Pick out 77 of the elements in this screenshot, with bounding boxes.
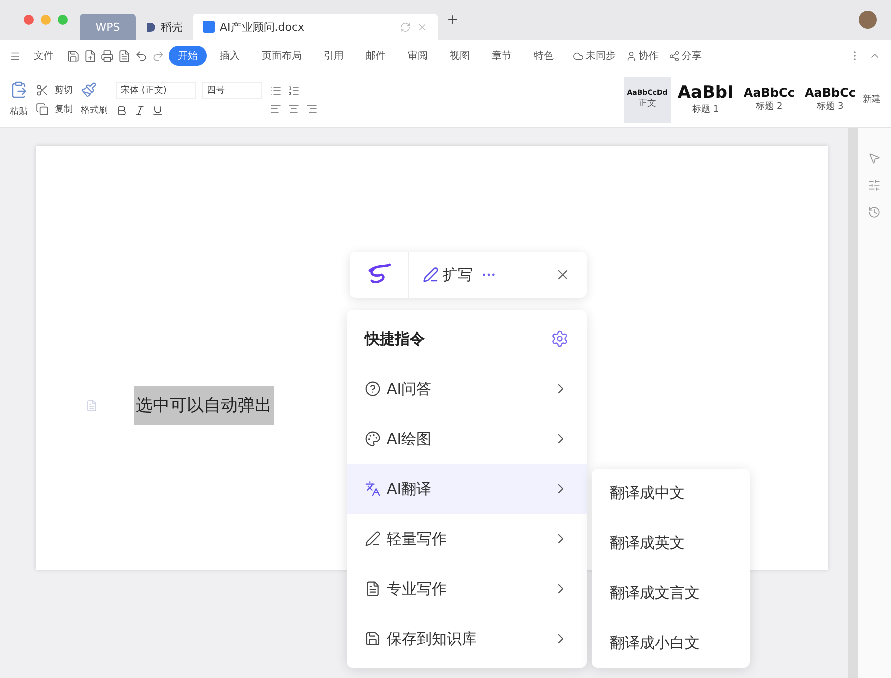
new-style-label[interactable]: 新建 [863,93,881,106]
save-icon [365,631,381,647]
sync-icon [400,22,411,32]
font-select[interactable]: 宋体 (正文) [116,82,196,99]
sliders-icon[interactable] [868,179,881,192]
bold-icon[interactable] [116,105,128,117]
align-center-icon[interactable] [288,102,300,114]
size-select[interactable]: 四号 [202,82,262,99]
file-menu[interactable]: 文件 [25,46,63,66]
print-icon[interactable] [101,50,114,62]
underline-icon[interactable] [152,105,164,117]
avatar[interactable] [859,11,877,29]
menu-item[interactable]: 轻量写作 [347,514,587,564]
submenu-item[interactable]: 翻译成小白文 [610,618,732,668]
document-icon [365,581,381,597]
settings-icon[interactable] [551,330,569,348]
menu-item[interactable]: AI绘图 [347,414,587,464]
menu-item[interactable]: 保存到知识库 [347,614,587,664]
undo-icon[interactable] [135,50,148,62]
translate-icon [365,481,381,497]
new-file-icon[interactable] [84,50,97,62]
align-left-icon[interactable] [270,102,282,114]
menu-tab[interactable]: 引用 [315,46,353,66]
copy-label[interactable]: 复制 [55,102,73,116]
menu-tab[interactable]: 审阅 [399,46,437,66]
question-icon [365,381,381,397]
selected-text[interactable]: 选中可以自动弹出 [134,386,274,425]
share-icon[interactable] [669,50,680,62]
pointer-icon[interactable] [868,152,881,165]
app-logo-icon [146,22,156,32]
menu-tab[interactable]: 插入 [211,46,249,66]
paste-icon[interactable] [10,81,28,99]
menu-item[interactable]: 专业写作 [347,564,587,614]
action-button[interactable]: 协作 [639,49,659,63]
submenu-item[interactable]: 翻译成英文 [610,518,732,568]
menu-icon[interactable] [10,50,21,62]
style-tile[interactable]: AaBbI 标题 1 [674,76,737,122]
close-light[interactable] [24,15,34,25]
paste-label[interactable]: 粘贴 [10,105,28,118]
menu-item[interactable]: AI问答 [347,364,587,414]
style-tile[interactable]: AaBbCc 标题 2 [740,76,798,122]
align-right-icon[interactable] [306,102,318,114]
menu-item[interactable]: AI翻译 [347,464,587,514]
add-tab-icon[interactable] [446,13,460,27]
tab[interactable]: 稻壳 [136,14,193,40]
person-icon[interactable] [626,50,637,62]
menu-tab[interactable]: 页面布局 [253,46,311,66]
menu-tab[interactable]: 视图 [441,46,479,66]
save-icon[interactable] [67,50,80,62]
expand-button[interactable]: 扩写 [409,266,481,284]
menu-title: 快捷指令 [365,330,425,348]
cut-label[interactable]: 剪切 [55,84,73,96]
action-button[interactable]: 未同步 [586,49,616,63]
preview-icon[interactable] [118,50,131,62]
menu-tab[interactable]: 特色 [525,46,563,66]
menu-tab[interactable]: 章节 [483,46,521,66]
cut-icon[interactable] [36,84,49,96]
pen-icon [423,267,439,283]
action-button[interactable]: 分享 [682,49,702,63]
format-painter-label[interactable]: 格式刷 [81,104,108,117]
history-icon[interactable] [868,206,881,219]
style-tile[interactable]: AaBbCc 标题 3 [802,76,859,122]
numbered-list-icon[interactable] [288,84,300,96]
pen-icon [365,531,381,547]
redo-icon[interactable] [152,50,165,62]
italic-icon[interactable] [134,105,146,117]
copy-icon[interactable] [36,102,49,116]
document-icon [203,21,215,33]
menu-tab[interactable]: 邮件 [357,46,395,66]
paragraph-icon [86,400,98,412]
menu-tab[interactable]: 开始 [169,46,207,66]
submenu-item[interactable]: 翻译成中文 [610,469,732,519]
cloud-icon[interactable] [573,50,584,62]
brush-icon[interactable] [81,82,97,98]
submenu-item[interactable]: 翻译成文言文 [610,568,732,618]
palette-icon [365,431,381,447]
tab[interactable]: AI产业顾问.docx [193,14,438,40]
